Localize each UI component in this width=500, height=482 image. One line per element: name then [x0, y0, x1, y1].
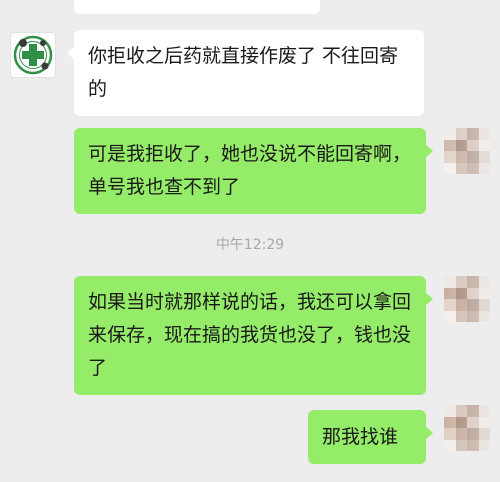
- message-text: 如果当时就那样说的话，我还可以拿回来保存，现在搞的我货也没了，钱也没了: [88, 291, 412, 379]
- message-bubble-incoming-cropped[interactable]: …: [74, 0, 320, 14]
- contact-avatar[interactable]: [10, 32, 56, 78]
- message-bubble-outgoing[interactable]: 如果当时就那样说的话，我还可以拿回来保存，现在搞的我货也没了，钱也没了: [74, 276, 433, 395]
- chat-view[interactable]: … 你拒收之后药就直接作废了 不往回寄的 可是我拒收了，她也没说不能回寄啊，单号…: [0, 0, 500, 482]
- message-text: 你拒收之后药就直接作废了 不往回寄的: [88, 45, 399, 100]
- pharmacy-cross-avatar-icon: [13, 35, 53, 75]
- message-text: 可是我拒收了，她也没说不能回寄啊，单号我也查不到了: [88, 143, 412, 198]
- user-avatar[interactable]: [444, 405, 490, 451]
- message-bubble-outgoing[interactable]: 那我找谁: [308, 410, 433, 464]
- message-text: 那我找谁: [322, 426, 399, 448]
- message-timestamp: 中午12:29: [215, 237, 285, 253]
- message-bubble-outgoing[interactable]: 可是我拒收了，她也没说不能回寄啊，单号我也查不到了: [74, 128, 433, 214]
- pixelated-user-avatar: [444, 276, 490, 322]
- user-avatar[interactable]: [444, 276, 490, 322]
- message-text: …: [88, 0, 107, 3]
- pixelated-user-avatar: [444, 128, 490, 174]
- message-bubble-incoming[interactable]: 你拒收之后药就直接作废了 不往回寄的: [67, 30, 424, 116]
- user-avatar[interactable]: [444, 128, 490, 174]
- pixelated-user-avatar: [444, 405, 490, 451]
